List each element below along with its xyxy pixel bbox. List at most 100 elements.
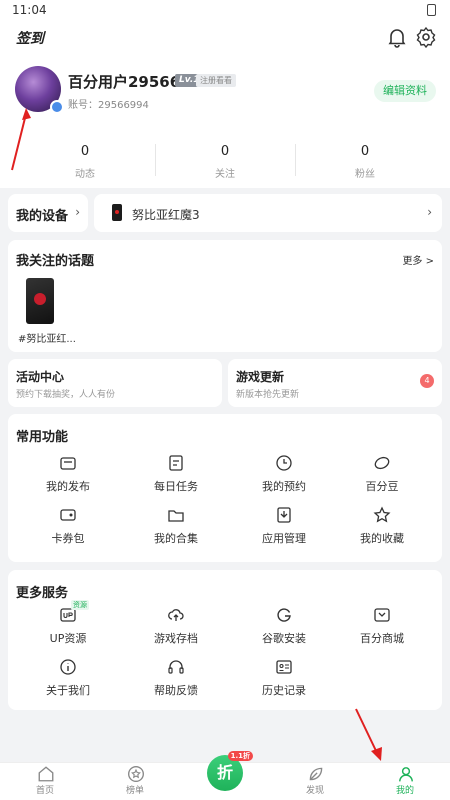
shop-button[interactable]: 百分商城 bbox=[328, 606, 436, 646]
google-install-button[interactable]: 谷歌安装 bbox=[230, 606, 338, 646]
activity-title: 活动中心 bbox=[16, 370, 65, 384]
signin-button[interactable]: 签到 bbox=[16, 28, 44, 48]
star-icon bbox=[373, 506, 391, 524]
coupon-icon bbox=[59, 506, 77, 524]
my-favorites-button[interactable]: 我的收藏 bbox=[328, 506, 436, 546]
stats-row: 0 动态 0 关注 0 粉丝 bbox=[0, 134, 450, 188]
nav-discover-label: 发现 bbox=[305, 786, 324, 796]
phone-icon bbox=[112, 204, 122, 221]
daily-tasks-button[interactable]: 每日任务 bbox=[122, 454, 230, 494]
game-update-card[interactable]: 游戏更新 新版本抢先更新 4 bbox=[228, 359, 442, 407]
google-install-label: 谷歌安装 bbox=[262, 632, 306, 645]
cloud-upload-icon bbox=[167, 606, 185, 624]
top-bar: 签到 bbox=[0, 20, 450, 54]
edit-icon bbox=[59, 454, 77, 472]
nav-home[interactable]: 首页 bbox=[15, 765, 75, 796]
coupon-label: 卡券包 bbox=[51, 532, 85, 545]
stat-followers[interactable]: 0 粉丝 bbox=[295, 144, 435, 180]
stat-following-value: 0 bbox=[220, 144, 230, 159]
up-resources-label: UP资源 bbox=[49, 632, 87, 645]
account-id: 账号：29566994 bbox=[68, 100, 149, 111]
my-posts-button[interactable]: 我的发布 bbox=[14, 454, 122, 494]
my-device-title: 我的设备 bbox=[16, 209, 69, 224]
my-favorites-label: 我的收藏 bbox=[360, 532, 404, 545]
status-time: 11:04 bbox=[12, 3, 47, 17]
collection-icon bbox=[167, 506, 185, 524]
nav-discover[interactable]: 发现 bbox=[285, 765, 345, 796]
discover-icon bbox=[307, 765, 323, 781]
history-icon bbox=[275, 658, 293, 676]
nav-profile[interactable]: 我的 bbox=[375, 765, 435, 796]
game-saves-label: 游戏存档 bbox=[154, 632, 198, 645]
coupon-button[interactable]: 卡券包 bbox=[14, 506, 122, 546]
status-bar: 11:04 bbox=[0, 0, 450, 20]
info-icon bbox=[59, 658, 77, 676]
history-button[interactable]: 历史记录 bbox=[230, 658, 338, 698]
history-label: 历史记录 bbox=[262, 684, 306, 697]
app-manage-button[interactable]: 应用管理 bbox=[230, 506, 338, 546]
game-saves-button[interactable]: 游戏存档 bbox=[122, 606, 230, 646]
game-update-title: 游戏更新 bbox=[236, 370, 285, 384]
about-us-label: 关于我们 bbox=[46, 684, 90, 697]
gear-icon[interactable] bbox=[414, 25, 438, 49]
chevron-right-icon: › bbox=[75, 205, 80, 219]
app-manage-label: 应用管理 bbox=[262, 532, 306, 545]
up-icon: 资源 bbox=[59, 600, 89, 624]
device-card[interactable]: 努比亚红魔3 › bbox=[94, 194, 442, 232]
activity-subtitle: 预约下载抽奖，人人有份 bbox=[16, 390, 116, 400]
nav-ranking[interactable]: 榜单 bbox=[105, 765, 165, 796]
my-collections-button[interactable]: 我的合集 bbox=[122, 506, 230, 546]
device-name: 努比亚红魔3 bbox=[132, 208, 200, 222]
nav-profile-label: 我的 bbox=[395, 786, 414, 796]
annotation-arrow bbox=[355, 708, 382, 761]
stat-followers-label: 粉丝 bbox=[355, 169, 375, 180]
bean-label: 百分豆 bbox=[365, 480, 399, 493]
bean-button[interactable]: 百分豆 bbox=[328, 454, 436, 494]
common-functions-card: 常用功能 我的发布 每日任务 我的预约 百分豆 卡券包 我的合集 应用管理 我的… bbox=[8, 414, 442, 562]
activity-center-card[interactable]: 活动中心 预约下载抽奖，人人有份 bbox=[8, 359, 222, 407]
daily-tasks-label: 每日任务 bbox=[154, 480, 198, 493]
home-icon bbox=[37, 765, 54, 782]
app-manage-icon bbox=[275, 506, 293, 524]
clock-icon bbox=[275, 454, 293, 472]
ranking-icon bbox=[127, 765, 144, 782]
more-services-title: 更多服务 bbox=[16, 586, 69, 601]
nav-home-label: 首页 bbox=[35, 786, 54, 796]
stat-following-label: 关注 bbox=[215, 169, 235, 180]
followed-topics-card: 我关注的话题 更多 > #努比亚红... bbox=[8, 240, 442, 352]
discount-fab-button[interactable]: 折 1.1折 bbox=[207, 751, 253, 791]
headset-icon bbox=[167, 658, 185, 676]
edit-profile-button[interactable]: 编辑资料 bbox=[374, 80, 436, 102]
topic-label[interactable]: #努比亚红... bbox=[18, 330, 76, 345]
profile-header: 百分用户29566994 Lv.1 注册看看 账号：29566994 编辑资料 bbox=[0, 54, 450, 134]
shop-icon bbox=[373, 606, 391, 624]
up-resources-button[interactable]: 资源 UP资源 bbox=[14, 600, 122, 646]
google-icon bbox=[275, 606, 293, 624]
profile-icon bbox=[397, 765, 413, 782]
stat-following[interactable]: 0 关注 bbox=[155, 144, 295, 180]
discount-fab-label: 折 bbox=[216, 763, 233, 782]
topic-thumbnail[interactable] bbox=[26, 278, 54, 324]
task-icon bbox=[167, 454, 185, 472]
my-reservations-button[interactable]: 我的预约 bbox=[230, 454, 338, 494]
chevron-right-icon: › bbox=[427, 205, 432, 219]
my-reservations-label: 我的预约 bbox=[262, 480, 306, 493]
common-functions-title: 常用功能 bbox=[16, 430, 69, 445]
unregistered-tag: 注册看看 bbox=[196, 74, 236, 87]
topics-title: 我关注的话题 bbox=[16, 254, 95, 269]
help-feedback-button[interactable]: 帮助反馈 bbox=[122, 658, 230, 698]
verified-icon bbox=[50, 100, 64, 114]
my-posts-label: 我的发布 bbox=[46, 480, 90, 493]
stat-followers-value: 0 bbox=[360, 144, 370, 159]
my-collections-label: 我的合集 bbox=[154, 532, 198, 545]
topics-more-link[interactable]: 更多 > bbox=[402, 252, 434, 267]
nav-ranking-label: 榜单 bbox=[125, 786, 144, 796]
bottom-nav: 首页 榜单 折 1.1折 发现 我的 bbox=[0, 751, 450, 800]
shop-label: 百分商城 bbox=[360, 632, 404, 645]
about-us-button[interactable]: 关于我们 bbox=[14, 658, 122, 698]
my-device-button[interactable]: 我的设备 › bbox=[8, 194, 88, 232]
more-services-card: 更多服务 资源 UP资源 游戏存档 谷歌安装 百分商城 关于我们 帮助反馈 历史… bbox=[8, 570, 442, 710]
bell-icon[interactable] bbox=[385, 25, 409, 49]
bean-icon bbox=[373, 454, 391, 472]
game-update-subtitle: 新版本抢先更新 bbox=[236, 390, 300, 400]
